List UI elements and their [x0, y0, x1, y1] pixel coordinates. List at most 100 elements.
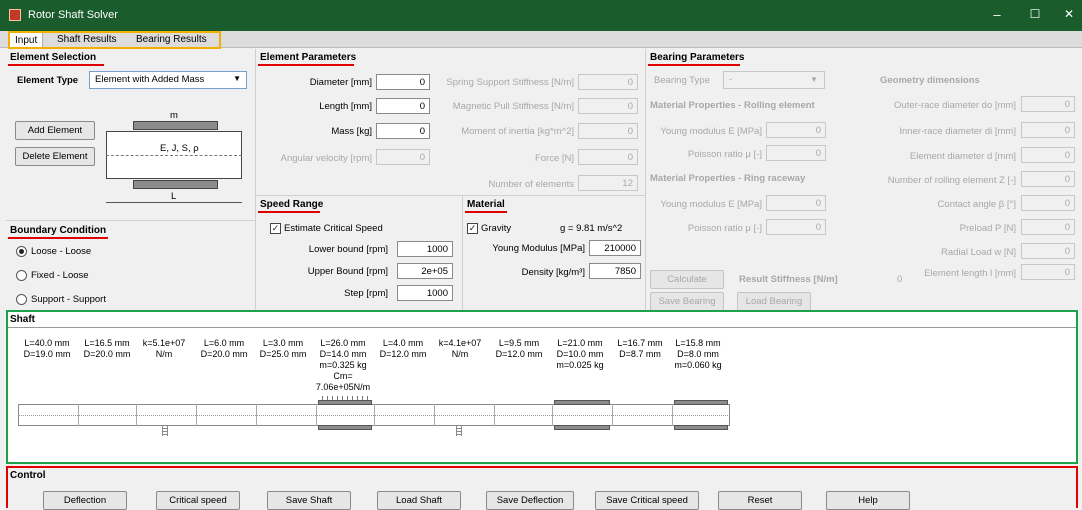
estimate-critical-checkbox[interactable]: ✓ — [270, 223, 281, 234]
separator — [462, 196, 463, 310]
segment-divider — [316, 404, 317, 426]
bearing-type-value: - — [729, 74, 733, 85]
shaft-drawing — [18, 396, 730, 436]
spring-stiffness-input[interactable]: 0 — [578, 74, 638, 90]
bearing-params-title: Bearing Parameters — [650, 52, 745, 63]
element-diameter-input[interactable]: 0 — [1021, 147, 1075, 163]
upper-bound-label: Upper Bound [rpm] — [307, 266, 388, 277]
density-label: Density [kg/m³] — [521, 267, 585, 278]
element-selection-title: Element Selection — [10, 52, 97, 63]
length-label: Length [mm] — [319, 101, 372, 112]
section-underline — [258, 64, 354, 66]
diagram-mass-label: m — [170, 110, 178, 121]
deflection-button[interactable]: Deflection — [43, 491, 127, 510]
mass-input[interactable]: 0 — [376, 123, 430, 139]
force-input[interactable]: 0 — [578, 149, 638, 165]
element-length-input[interactable]: 0 — [1021, 264, 1075, 280]
estimate-critical-label[interactable]: Estimate Critical Speed — [284, 223, 383, 234]
delete-element-button[interactable]: Delete Element — [15, 147, 95, 166]
separator — [256, 195, 645, 196]
segment-label: L=40.0 mm D=19.0 mm — [23, 338, 71, 359]
rolling-count-input[interactable]: 0 — [1021, 171, 1075, 187]
length-input[interactable]: 0 — [376, 98, 430, 114]
help-button[interactable]: Help — [826, 491, 910, 510]
inertia-label: Moment of inertia [kg*m^2] — [461, 126, 574, 137]
close-icon[interactable]: ✕ — [1058, 7, 1080, 21]
maximize-icon[interactable]: ☐ — [1024, 7, 1046, 21]
load-bearing-button[interactable]: Load Bearing — [737, 292, 811, 311]
gravity-checkbox[interactable]: ✓ — [467, 223, 478, 234]
speed-range-title: Speed Range — [260, 199, 324, 210]
section-underline — [8, 237, 108, 239]
segment-label: L=6.0 mm D=20.0 mm — [200, 338, 248, 359]
radio-loose-loose[interactable] — [16, 246, 27, 257]
upper-bound-input[interactable]: 2e+05 — [397, 263, 453, 279]
calculate-button[interactable]: Calculate — [650, 270, 724, 289]
rolling-young-label: Young modulus E [MPa] — [660, 126, 762, 137]
segment-label: L=3.0 mm D=25.0 mm — [259, 338, 307, 359]
section-underline — [648, 64, 740, 66]
contact-angle-input[interactable]: 0 — [1021, 195, 1075, 211]
segment-label: L=15.8 mm D=8.0 mm m=0.060 kg — [674, 338, 722, 370]
density-input[interactable]: 7850 — [589, 263, 641, 279]
segment-label: L=16.7 mm D=8.7 mm — [617, 338, 663, 359]
radio-fixed-loose[interactable] — [16, 270, 27, 281]
mass-block-bottom — [554, 425, 610, 430]
angular-velocity-input[interactable]: 0 — [376, 149, 430, 165]
segment-label: L=21.0 mm D=10.0 mm m=0.025 kg — [556, 338, 604, 370]
mass-block-bottom — [318, 425, 372, 430]
step-label: Step [rpm] — [344, 288, 388, 299]
section-underline — [8, 64, 104, 66]
element-length-label: Element length l [mm] — [924, 268, 1016, 279]
bearing-type-select[interactable]: - ▼ — [723, 71, 825, 89]
segment-divider — [552, 404, 553, 426]
save-deflection-button[interactable]: Save Deflection — [486, 491, 574, 510]
element-type-select[interactable]: Element with Added Mass ▼ — [89, 71, 247, 89]
lower-bound-input[interactable]: 1000 — [397, 241, 453, 257]
segment-label: L=16.5 mm D=20.0 mm — [83, 338, 131, 359]
radio-label[interactable]: Support - Support — [31, 294, 106, 305]
preload-input[interactable]: 0 — [1021, 219, 1075, 235]
section-underline — [258, 211, 320, 213]
spring-stiffness-label: Spring Support Stiffness [N/m] — [446, 77, 574, 88]
magnetic-stiffness-input[interactable]: 0 — [578, 98, 638, 114]
gravity-label[interactable]: Gravity — [481, 223, 511, 234]
radio-label[interactable]: Fixed - Loose — [31, 270, 89, 281]
mass-label: Mass [kg] — [331, 126, 372, 137]
segment-divider — [612, 404, 613, 426]
segment-label: L=26.0 mm D=14.0 mm m=0.325 kg Cm= 7.06e… — [315, 338, 371, 392]
minimize-icon[interactable]: ‒ — [986, 7, 1008, 22]
reset-button[interactable]: Reset — [718, 491, 802, 510]
segment-label: L=9.5 mm D=12.0 mm — [495, 338, 543, 359]
step-input[interactable]: 1000 — [397, 285, 453, 301]
save-shaft-button[interactable]: Save Shaft — [267, 491, 351, 510]
radio-label[interactable]: Loose - Loose — [31, 246, 91, 257]
diameter-label: Diameter [mm] — [309, 77, 372, 88]
diameter-input[interactable]: 0 — [376, 74, 430, 90]
critical-speed-button[interactable]: Critical speed — [156, 491, 240, 510]
save-critical-speed-button[interactable]: Save Critical speed — [595, 491, 699, 510]
radio-support-support[interactable] — [16, 294, 27, 305]
young-modulus-input[interactable]: 210000 — [589, 240, 641, 256]
inner-diameter-label: Inner-race diameter di [mm] — [899, 126, 1016, 137]
rolling-poisson-input[interactable]: 0 — [766, 145, 826, 161]
rolling-young-input[interactable]: 0 — [766, 122, 826, 138]
inertia-input[interactable]: 0 — [578, 123, 638, 139]
outer-diameter-input[interactable]: 0 — [1021, 96, 1075, 112]
element-diagram: m E, J, S, ρ L — [103, 101, 246, 207]
load-shaft-button[interactable]: Load Shaft — [377, 491, 461, 510]
chevron-down-icon: ▼ — [233, 74, 241, 83]
inner-diameter-input[interactable]: 0 — [1021, 122, 1075, 138]
ring-props-title: Material Properties - Ring raceway — [650, 173, 806, 184]
radial-load-input[interactable]: 0 — [1021, 243, 1075, 259]
add-element-button[interactable]: Add Element — [15, 121, 95, 140]
rolling-poisson-label: Poisson ratio μ [-] — [687, 149, 762, 160]
force-label: Force [N] — [534, 153, 574, 164]
ring-young-input[interactable]: 0 — [766, 195, 826, 211]
save-bearing-button[interactable]: Save Bearing — [650, 292, 724, 311]
ring-poisson-input[interactable]: 0 — [766, 219, 826, 235]
ring-poisson-label: Poisson ratio μ [-] — [687, 223, 762, 234]
boundary-title: Boundary Condition — [10, 225, 107, 236]
element-params-title: Element Parameters — [260, 52, 357, 63]
rolling-count-label: Number of rolling element Z [-] — [887, 175, 1016, 186]
